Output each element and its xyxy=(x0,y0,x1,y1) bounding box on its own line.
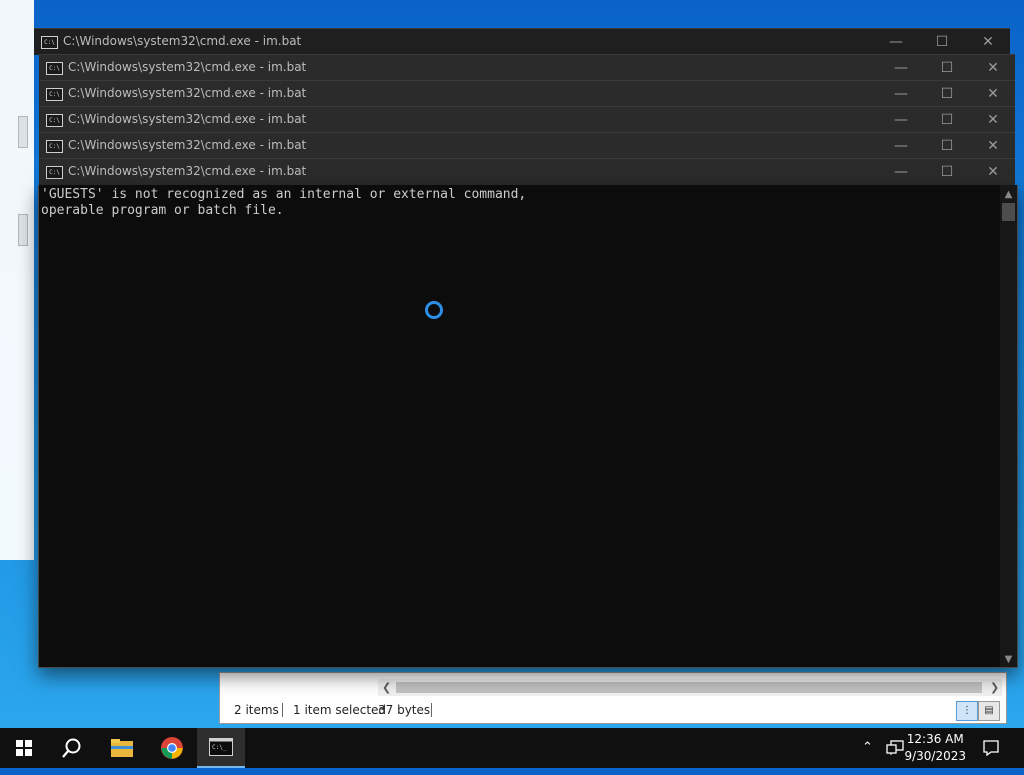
sliver-field xyxy=(18,214,28,246)
close-button[interactable]: ✕ xyxy=(983,58,1003,78)
cmd-icon: C:\ xyxy=(46,140,63,153)
maximize-button[interactable]: ☐ xyxy=(937,110,957,130)
cmd-window-titlebar[interactable]: C:\ C:\Windows\system32\cmd.exe - im.bat… xyxy=(39,80,1015,107)
system-clock[interactable]: 12:36 AM 9/30/2023 xyxy=(904,731,966,765)
cmd-window-titlebar[interactable]: C:\ C:\Windows\system32\cmd.exe - im.bat… xyxy=(34,28,1010,55)
window-title: C:\Windows\system32\cmd.exe - im.bat xyxy=(68,138,307,152)
scroll-left-icon[interactable]: ❮ xyxy=(382,679,391,696)
scrollbar-thumb[interactable] xyxy=(396,682,982,693)
close-button[interactable]: ✕ xyxy=(978,32,998,52)
cmd-window-titlebar[interactable]: C:\ C:\Windows\system32\cmd.exe - im.bat… xyxy=(39,106,1015,133)
large-icons-view-button[interactable]: ▤ xyxy=(978,701,1000,721)
maximize-button[interactable]: ☐ xyxy=(932,32,952,52)
console-line: operable program or batch file. xyxy=(41,203,284,218)
cmd-icon: C:\ xyxy=(41,36,58,49)
status-separator xyxy=(282,703,283,717)
selected-size: 37 bytes xyxy=(378,703,431,717)
close-button[interactable]: ✕ xyxy=(983,136,1003,156)
file-explorer-icon xyxy=(111,739,133,757)
notification-icon[interactable] xyxy=(982,739,1000,757)
minimize-button[interactable]: — xyxy=(886,32,906,52)
background-window-sliver xyxy=(0,0,34,560)
cmd-window-titlebar[interactable]: C:\ C:\Windows\system32\cmd.exe - im.bat… xyxy=(39,158,1015,185)
file-explorer-window: ❮ ❯ 2 items 1 item selected 37 bytes ⋮ ▤ xyxy=(219,672,1007,724)
chrome-icon xyxy=(161,737,183,759)
horizontal-scrollbar[interactable]: ❮ ❯ xyxy=(378,679,1002,696)
minimize-button[interactable]: — xyxy=(891,136,911,156)
details-view-button[interactable]: ⋮ xyxy=(956,701,978,721)
close-button[interactable]: ✕ xyxy=(983,162,1003,182)
window-title: C:\Windows\system32\cmd.exe - im.bat xyxy=(68,60,307,74)
scrollbar-thumb[interactable] xyxy=(1002,203,1015,221)
scroll-right-icon[interactable]: ❯ xyxy=(990,679,999,696)
maximize-button[interactable]: ☐ xyxy=(937,162,957,182)
status-bar: 2 items 1 item selected 37 bytes ⋮ ▤ xyxy=(220,697,1006,723)
clock-date: 9/30/2023 xyxy=(904,749,966,763)
window-title: C:\Windows\system32\cmd.exe - im.bat xyxy=(68,86,307,100)
sliver-field xyxy=(18,116,28,148)
cmd-window-titlebar[interactable]: C:\ C:\Windows\system32\cmd.exe - im.bat… xyxy=(39,54,1015,81)
window-title: C:\Windows\system32\cmd.exe - im.bat xyxy=(68,112,307,126)
cmd-window-titlebar[interactable]: C:\ C:\Windows\system32\cmd.exe - im.bat… xyxy=(39,132,1015,159)
cmd-icon: C:\ xyxy=(46,114,63,127)
item-count: 2 items xyxy=(234,703,279,717)
search-icon xyxy=(62,738,81,758)
scroll-up-icon[interactable]: ▲ xyxy=(1000,189,1017,200)
busy-cursor-icon xyxy=(425,301,443,319)
console-text: 'GUESTS' is not recognized as an interna… xyxy=(41,187,526,219)
search-button[interactable] xyxy=(48,728,96,768)
cmd-icon: C:\ xyxy=(46,62,63,75)
close-button[interactable]: ✕ xyxy=(983,84,1003,104)
clock-time: 12:36 AM xyxy=(906,732,964,746)
window-title: C:\Windows\system32\cmd.exe - im.bat xyxy=(68,164,307,178)
cmd-taskbar-button[interactable]: C:\_ xyxy=(197,728,245,768)
console-output-area[interactable]: 'GUESTS' is not recognized as an interna… xyxy=(38,185,1018,668)
minimize-button[interactable]: — xyxy=(891,162,911,182)
maximize-button[interactable]: ☐ xyxy=(937,84,957,104)
cmd-icon: C:\ xyxy=(46,88,63,101)
status-separator xyxy=(431,703,432,717)
console-line: 'GUESTS' is not recognized as an interna… xyxy=(41,187,527,202)
chrome-taskbar-button[interactable] xyxy=(148,728,196,768)
file-explorer-taskbar-button[interactable] xyxy=(98,728,146,768)
taskbar: C:\_ ⌃ 12:36 AM 9/30/2023 xyxy=(0,728,1024,768)
maximize-button[interactable]: ☐ xyxy=(937,136,957,156)
close-button[interactable]: ✕ xyxy=(983,110,1003,130)
minimize-button[interactable]: — xyxy=(891,84,911,104)
cmd-icon: C:\ xyxy=(46,166,63,179)
vertical-scrollbar[interactable]: ▲ ▼ xyxy=(1000,185,1017,667)
minimize-button[interactable]: — xyxy=(891,58,911,78)
windows-start-icon xyxy=(16,740,32,756)
svg-text:C:\_: C:\_ xyxy=(212,744,227,751)
cmd-icon: C:\_ xyxy=(209,738,233,756)
start-button[interactable] xyxy=(0,728,48,768)
chevron-up-icon[interactable]: ⌃ xyxy=(862,728,873,768)
minimize-button[interactable]: — xyxy=(891,110,911,130)
scroll-down-icon[interactable]: ▼ xyxy=(1000,654,1017,665)
maximize-button[interactable]: ☐ xyxy=(937,58,957,78)
selected-count: 1 item selected xyxy=(293,703,387,717)
network-icon[interactable] xyxy=(886,740,904,756)
window-title: C:\Windows\system32\cmd.exe - im.bat xyxy=(63,34,302,48)
